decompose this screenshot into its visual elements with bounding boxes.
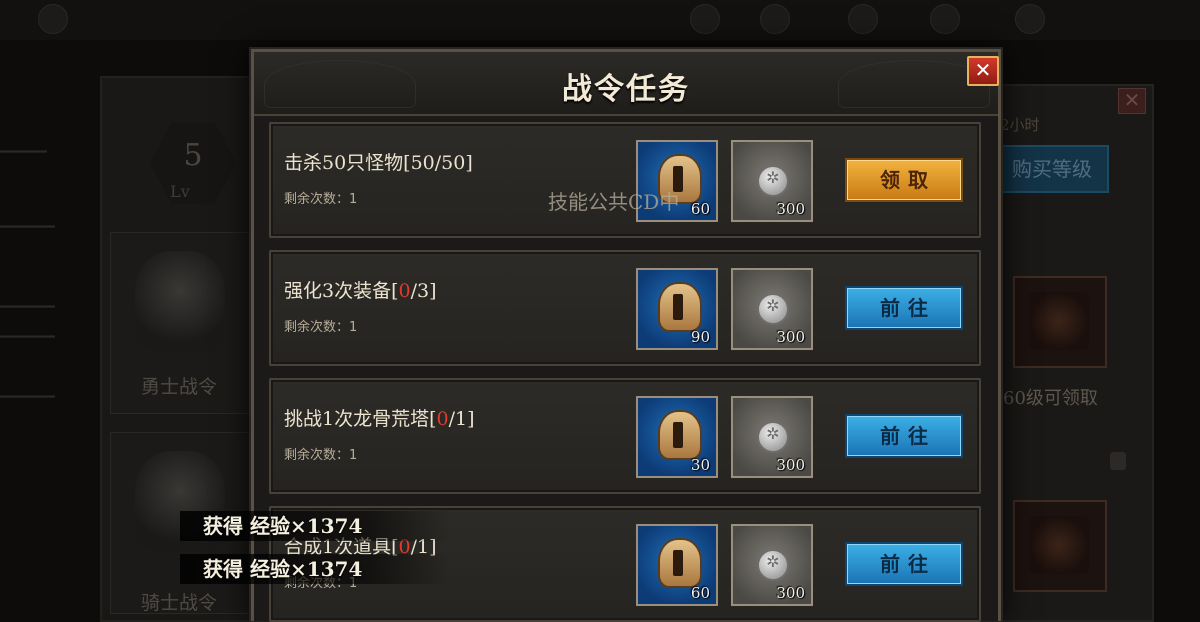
reward-quantity: 300: [776, 456, 805, 474]
lock-icon: [1110, 452, 1126, 470]
dialog-title: 战令任务: [562, 72, 690, 107]
reward-helmet-slot[interactable]: 90: [636, 268, 718, 350]
reward-coin-slot[interactable]: 300: [731, 140, 813, 222]
exp-gain-notification: 获得 经验×1374: [180, 511, 450, 541]
task-progress-current: 50: [410, 152, 435, 174]
menu-icon: [930, 4, 960, 34]
silver-coin-icon: [757, 165, 789, 197]
task-title: 挑战1次龙骨荒塔[0/1]: [284, 408, 475, 430]
cooldown-toast: 技能公共CD中: [548, 190, 680, 214]
task-row: 挑战1次龙骨荒塔[0/1] 剩余次数：1 30 300 前往: [269, 378, 981, 494]
silver-coin-icon: [757, 293, 789, 325]
silver-coin-icon: [757, 549, 789, 581]
helmet-icon: [658, 410, 702, 460]
task-title: 强化3次装备[0/3]: [284, 280, 437, 302]
level-number: 5: [183, 138, 203, 173]
task-remaining-count: 剩余次数：1: [284, 448, 358, 463]
task-remaining-count: 剩余次数：1: [284, 192, 358, 207]
level-claim-text: 60级可领取: [1003, 388, 1098, 409]
reward-coin-slot[interactable]: 300: [731, 524, 813, 606]
reward-chest-slot: [1013, 276, 1107, 368]
task-progress-current: 0: [398, 280, 411, 302]
silver-coin-icon: [757, 421, 789, 453]
top-menu-bar: [0, 0, 1200, 40]
go-button[interactable]: 前往: [845, 286, 963, 330]
knight-pass-title: 骑士战令: [140, 592, 217, 614]
exp-gain-notification: 获得 经验×1374: [180, 554, 450, 584]
dialog-header: 战令任务 ✕: [254, 52, 999, 116]
reward-quantity: 300: [776, 328, 805, 346]
go-button[interactable]: 前往: [845, 542, 963, 586]
background-text-line: ━━━━━━: [0, 145, 47, 160]
reward-helmet-slot[interactable]: 60: [636, 524, 718, 606]
reward-quantity: 60: [690, 584, 710, 602]
background-text-line: ━━━━━━━: [0, 220, 55, 235]
armor-reward-icon: [1029, 292, 1089, 350]
menu-icon: [760, 4, 790, 34]
background-text-line: ━━━━━━━: [0, 330, 55, 345]
claim-button[interactable]: 领取: [845, 158, 963, 202]
background-text-line: ━━━━━━━: [0, 300, 55, 315]
helmet-icon: [658, 282, 702, 332]
level-label: Lv: [170, 182, 190, 201]
reward-coin-slot[interactable]: 300: [731, 268, 813, 350]
background-text-line: ━━━━━━━: [0, 390, 55, 405]
remaining-hours-text: 2小时: [1000, 116, 1040, 134]
reward-chest-slot: [1013, 500, 1107, 592]
reward-quantity: 60: [690, 200, 710, 218]
wings-reward-icon: [1029, 516, 1089, 574]
menu-icon: [848, 4, 878, 34]
menu-icon: [1015, 4, 1045, 34]
warrior-pass-title: 勇士战令: [140, 376, 217, 398]
buy-level-button: 购买等级: [995, 145, 1109, 193]
reward-quantity: 300: [776, 200, 805, 218]
reward-quantity: 30: [690, 456, 710, 474]
menu-icon: [38, 4, 68, 34]
task-row: 击杀50只怪物[50/50] 剩余次数：1 60 300 领取: [269, 122, 981, 238]
task-progress-current: 0: [436, 408, 449, 430]
reward-quantity: 300: [776, 584, 805, 602]
task-title: 击杀50只怪物[50/50]: [284, 152, 473, 174]
helmet-icon: [658, 538, 702, 588]
task-remaining-count: 剩余次数：1: [284, 320, 358, 335]
reward-quantity: 90: [690, 328, 710, 346]
menu-icon: [690, 4, 720, 34]
task-row: 强化3次装备[0/3] 剩余次数：1 90 300 前往: [269, 250, 981, 366]
go-button[interactable]: 前往: [845, 414, 963, 458]
close-icon[interactable]: ✕: [967, 56, 999, 86]
background-close-icon: ✕: [1118, 88, 1146, 114]
helmet-icon: [135, 251, 225, 351]
reward-coin-slot[interactable]: 300: [731, 396, 813, 478]
reward-helmet-slot[interactable]: 30: [636, 396, 718, 478]
